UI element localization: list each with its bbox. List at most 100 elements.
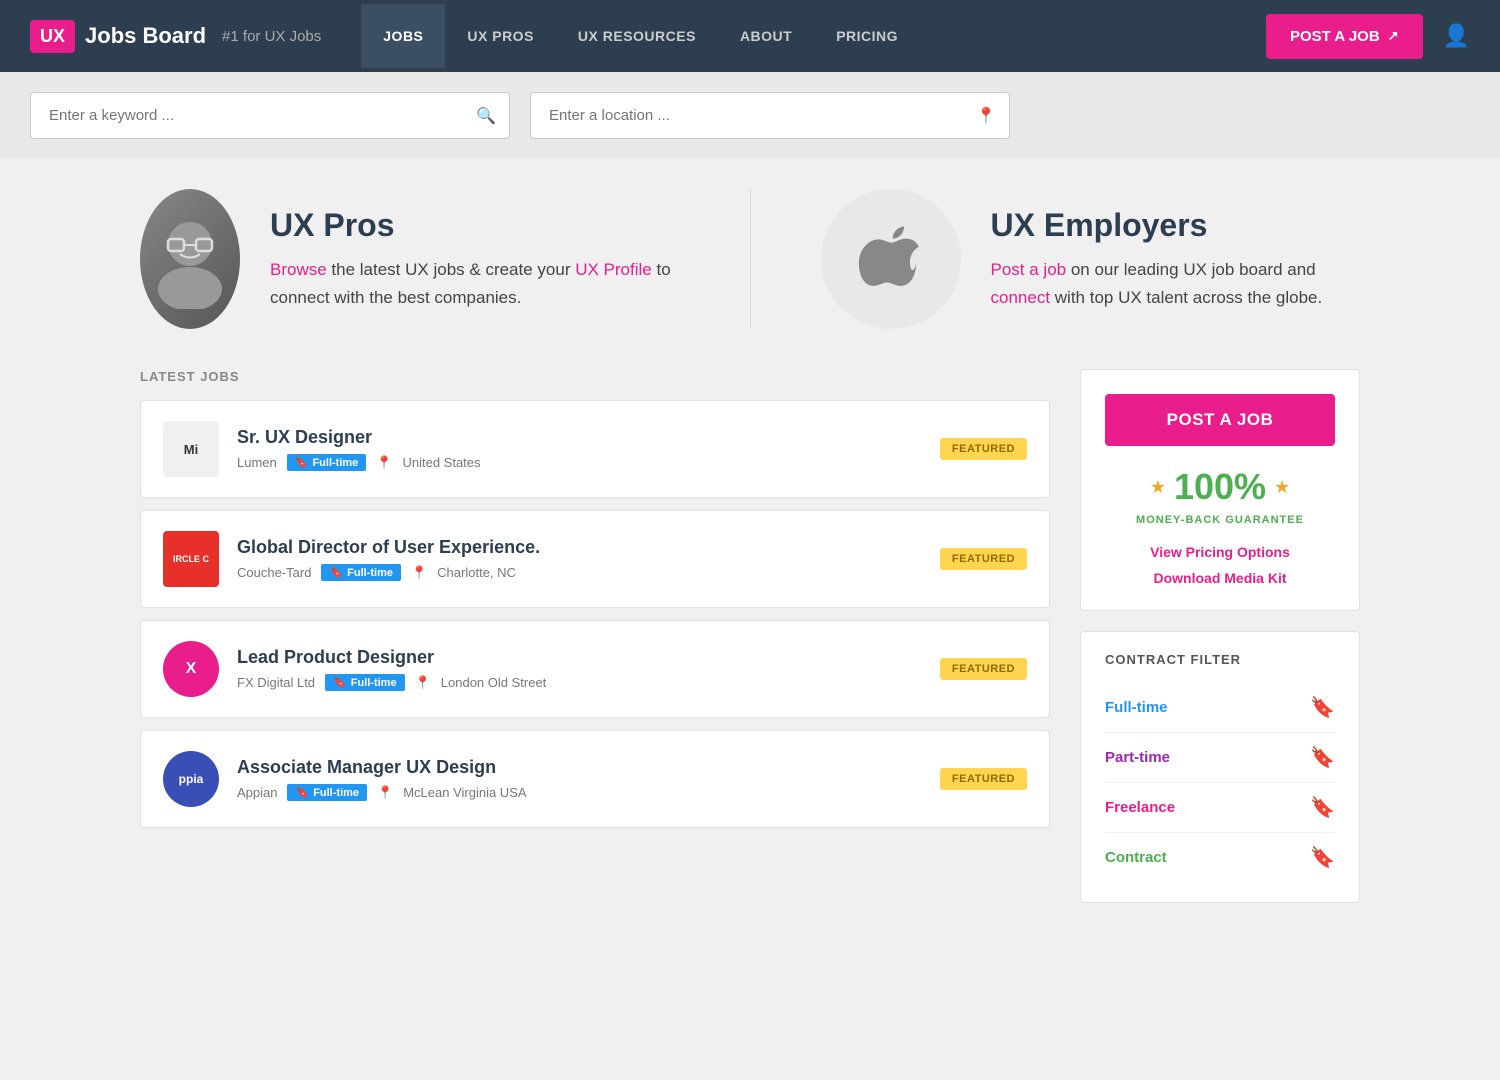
filter-parttime-label: Part-time: [1105, 749, 1170, 766]
filter-fulltime-bookmark-icon: 🔖: [1310, 695, 1335, 720]
download-media-link[interactable]: Download Media Kit: [1105, 570, 1335, 586]
jobs-list: LATEST JOBS Mi Sr. UX Designer Lumen 🔖 F…: [140, 369, 1050, 840]
job-title: Associate Manager UX Design: [237, 757, 922, 778]
bookmark-icon: 🔖: [329, 566, 343, 579]
post-job-sidebar-button[interactable]: POST A JOB: [1105, 394, 1335, 446]
bookmark-icon: 🔖: [295, 456, 309, 469]
company-name: Lumen: [237, 455, 277, 470]
filter-freelance-label: Freelance: [1105, 799, 1175, 816]
star-right-icon: ★: [1274, 477, 1290, 498]
table-row[interactable]: ppia Associate Manager UX Design Appian …: [140, 730, 1050, 828]
featured-badge: FEATURED: [940, 548, 1027, 570]
location-pin-icon: 📍: [976, 106, 996, 126]
table-row[interactable]: Mi Sr. UX Designer Lumen 🔖 Full-time 📍 U…: [140, 400, 1050, 498]
job-meta: FX Digital Ltd 🔖 Full-time 📍 London Old …: [237, 674, 922, 691]
tagline: #1 for UX Jobs: [222, 28, 321, 45]
company-name: FX Digital Ltd: [237, 675, 315, 690]
nav-ux-resources[interactable]: UX RESOURCES: [556, 4, 718, 68]
location-input[interactable]: [530, 92, 1010, 139]
job-title: Global Director of User Experience.: [237, 537, 922, 558]
contract-filter-card: CONTRACT FILTER Full-time 🔖 Part-time 🔖 …: [1080, 631, 1360, 903]
filter-contract-label: Contract: [1105, 849, 1167, 866]
apple-logo-svg: [856, 219, 926, 299]
job-info: Global Director of User Experience. Couc…: [237, 537, 922, 581]
company-name: Couche-Tard: [237, 565, 311, 580]
ux-employers-title: UX Employers: [991, 207, 1361, 244]
nav-ux-pros[interactable]: UX PROS: [445, 4, 556, 68]
bookmark-icon: 🔖: [333, 676, 347, 689]
promo-divider: [750, 189, 751, 329]
job-type-badge: 🔖 Full-time: [325, 674, 405, 691]
featured-badge: FEATURED: [940, 438, 1027, 460]
sidebar: POST A JOB ★ 100% ★ MONEY-BACK GUARANTEE…: [1080, 369, 1360, 903]
company-logo-circle: IRCLE C: [163, 531, 219, 587]
filter-contract[interactable]: Contract 🔖: [1105, 833, 1335, 882]
filter-fulltime-label: Full-time: [1105, 699, 1168, 716]
featured-badge: FEATURED: [940, 658, 1027, 680]
main-content: UX Pros Browse the latest UX jobs & crea…: [120, 159, 1380, 933]
contract-filter-title: CONTRACT FILTER: [1105, 652, 1335, 667]
navbar: UX Jobs Board #1 for UX Jobs JOBS UX PRO…: [0, 0, 1500, 72]
table-row[interactable]: IRCLE C Global Director of User Experien…: [140, 510, 1050, 608]
job-title: Sr. UX Designer: [237, 427, 922, 448]
view-pricing-link[interactable]: View Pricing Options: [1105, 544, 1335, 560]
nav-links: JOBS UX PROS UX RESOURCES ABOUT PRICING: [361, 4, 1266, 68]
job-type-badge: 🔖 Full-time: [287, 454, 367, 471]
section-label: LATEST JOBS: [140, 369, 1050, 384]
guarantee-wrap: ★ 100% ★: [1105, 466, 1335, 508]
filter-contract-bookmark-icon: 🔖: [1310, 845, 1335, 870]
user-icon[interactable]: 👤: [1443, 23, 1470, 49]
ux-pros-description: Browse the latest UX jobs & create your …: [270, 256, 680, 310]
job-meta: Lumen 🔖 Full-time 📍 United States: [237, 454, 922, 471]
nav-jobs[interactable]: JOBS: [361, 4, 445, 68]
post-job-link[interactable]: Post a job: [991, 260, 1067, 279]
post-job-button[interactable]: POST A JOB ↗: [1266, 14, 1423, 59]
location-pin-icon: 📍: [376, 455, 392, 471]
job-info: Associate Manager UX Design Appian 🔖 Ful…: [237, 757, 922, 801]
filter-parttime[interactable]: Part-time 🔖: [1105, 733, 1335, 783]
featured-badge: FEATURED: [940, 768, 1027, 790]
post-job-card: POST A JOB ★ 100% ★ MONEY-BACK GUARANTEE…: [1080, 369, 1360, 611]
ux-profile-link[interactable]: UX Profile: [575, 260, 652, 279]
logo-box: UX: [30, 20, 75, 53]
jobs-section: LATEST JOBS Mi Sr. UX Designer Lumen 🔖 F…: [140, 369, 1360, 903]
company-logo-appian: ppia: [163, 751, 219, 807]
job-info: Sr. UX Designer Lumen 🔖 Full-time 📍 Unit…: [237, 427, 922, 471]
guarantee-percentage: 100%: [1174, 466, 1266, 508]
ux-employers-text: UX Employers Post a job on our leading U…: [991, 207, 1361, 310]
browse-link[interactable]: Browse: [270, 260, 327, 279]
job-location: United States: [402, 455, 480, 470]
job-info: Lead Product Designer FX Digital Ltd 🔖 F…: [237, 647, 922, 691]
company-logo-wrap: [821, 189, 961, 329]
ux-employers-description: Post a job on our leading UX job board a…: [991, 256, 1361, 310]
company-logo-lumen: Mi: [163, 421, 219, 477]
person-avatar-svg: [140, 209, 240, 309]
connect-link[interactable]: connect: [991, 288, 1051, 307]
ux-employers-card: UX Employers Post a job on our leading U…: [821, 189, 1361, 329]
keyword-input[interactable]: [30, 92, 510, 139]
filter-freelance-bookmark-icon: 🔖: [1310, 795, 1335, 820]
search-icon[interactable]: 🔍: [476, 106, 496, 126]
table-row[interactable]: X Lead Product Designer FX Digital Ltd 🔖…: [140, 620, 1050, 718]
nav-pricing[interactable]: PRICING: [814, 4, 920, 68]
location-search-wrap: 📍: [530, 92, 1010, 139]
job-location: McLean Virginia USA: [403, 785, 526, 800]
job-meta: Appian 🔖 Full-time 📍 McLean Virginia USA: [237, 784, 922, 801]
company-name: Appian: [237, 785, 277, 800]
star-left-icon: ★: [1150, 477, 1166, 498]
job-meta: Couche-Tard 🔖 Full-time 📍 Charlotte, NC: [237, 564, 922, 581]
search-bar: 🔍 📍: [0, 72, 1500, 159]
job-title: Lead Product Designer: [237, 647, 922, 668]
filter-parttime-bookmark-icon: 🔖: [1310, 745, 1335, 770]
filter-fulltime[interactable]: Full-time 🔖: [1105, 683, 1335, 733]
brand-name: Jobs Board: [85, 23, 206, 49]
nav-about[interactable]: ABOUT: [718, 4, 814, 68]
ux-pros-card: UX Pros Browse the latest UX jobs & crea…: [140, 189, 680, 329]
bookmark-icon: 🔖: [295, 786, 309, 799]
ux-pros-title: UX Pros: [270, 207, 680, 244]
job-type-badge: 🔖 Full-time: [287, 784, 367, 801]
job-type-badge: 🔖 Full-time: [321, 564, 401, 581]
filter-freelance[interactable]: Freelance 🔖: [1105, 783, 1335, 833]
company-logo-fx: X: [163, 641, 219, 697]
location-pin-icon: 📍: [411, 565, 427, 581]
